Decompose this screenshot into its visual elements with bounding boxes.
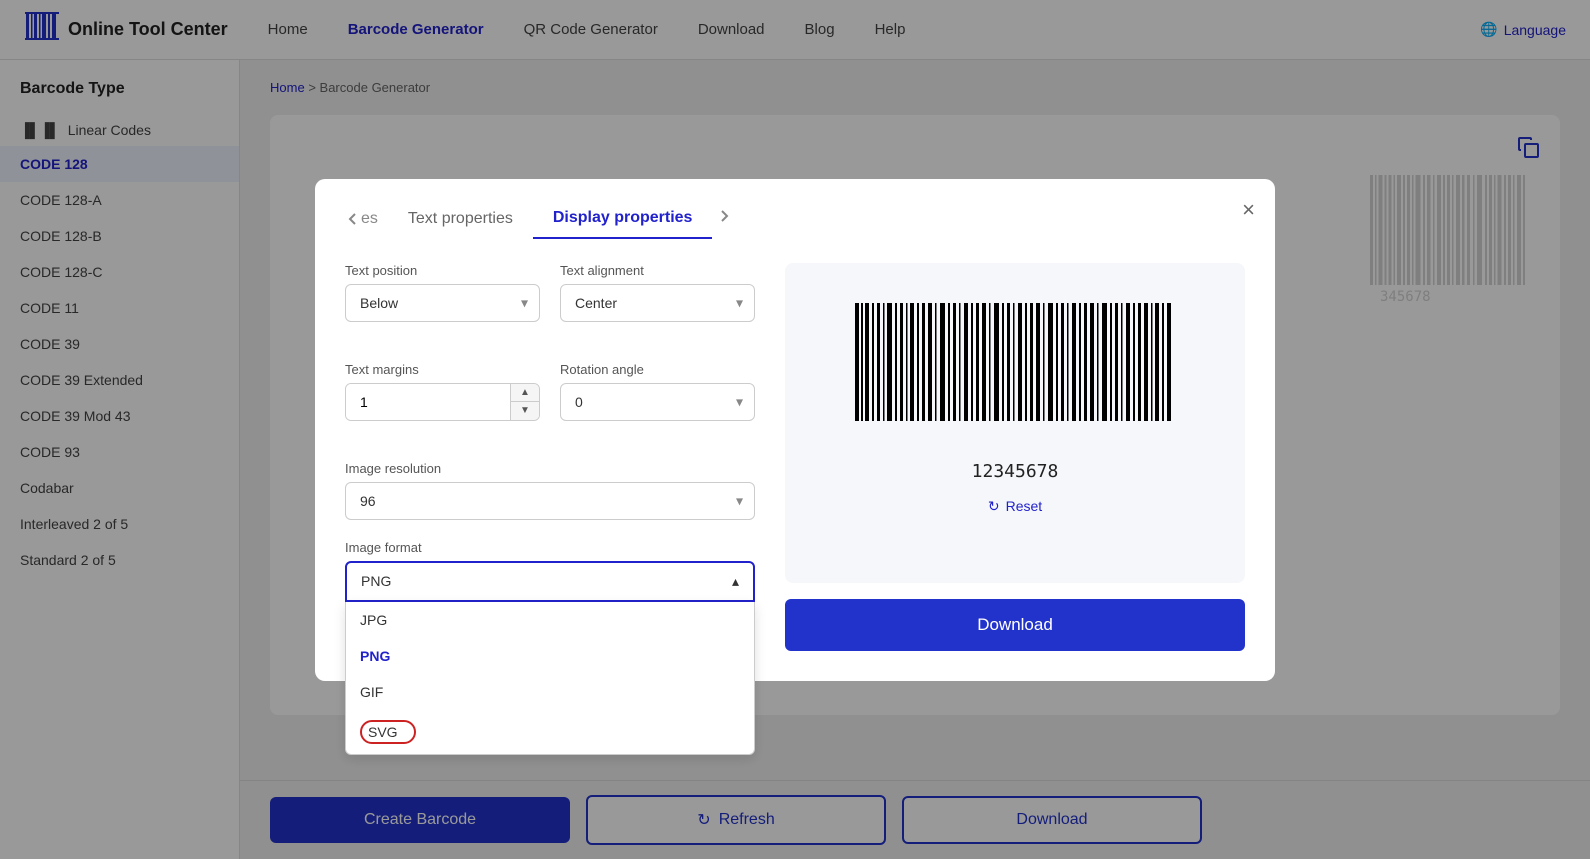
reset-link[interactable]: ↻ Reset: [988, 498, 1042, 515]
modal-prev-label: es: [361, 210, 378, 228]
format-option-svg[interactable]: SVG: [346, 710, 754, 754]
modal-overlay[interactable]: es Text properties Display properties × …: [0, 0, 1590, 859]
refresh-icon-small: ↻: [988, 498, 1000, 515]
chevron-up-icon: ▴: [732, 573, 739, 590]
chevron-down-icon-2: ▾: [736, 294, 743, 311]
rotation-angle-select[interactable]: 0 ▾: [560, 383, 755, 421]
stepper-down-button[interactable]: ▼: [511, 402, 539, 420]
form-row-1: Text position Below ▾ Text alignment: [345, 263, 755, 342]
modal-prev-arrow[interactable]: es: [345, 210, 378, 228]
image-resolution-select-wrapper: 96 ▾: [345, 482, 755, 520]
chevron-down-icon: ▾: [521, 294, 528, 311]
format-option-png[interactable]: PNG: [346, 638, 754, 674]
text-alignment-select[interactable]: Center ▾: [560, 284, 755, 322]
text-position-select[interactable]: Below ▾: [345, 284, 540, 322]
stepper-up-button[interactable]: ▲: [511, 384, 539, 402]
text-alignment-group: Text alignment Center ▾: [560, 263, 755, 322]
svg-label: SVG: [360, 720, 416, 744]
format-option-gif[interactable]: GIF: [346, 674, 754, 710]
image-format-group: Image format PNG ▴ JPG PNG GIF SVG: [345, 540, 755, 602]
stepper-buttons: ▲ ▼: [510, 384, 539, 420]
barcode-preview-box: 12345678 ↻ Reset: [785, 263, 1245, 583]
image-format-select[interactable]: PNG ▴: [345, 561, 755, 602]
rotation-angle-select-wrapper: 0 ▾: [560, 383, 755, 421]
rotation-angle-group: Rotation angle 0 ▾: [560, 362, 755, 421]
text-margins-input[interactable]: 1: [346, 384, 510, 420]
text-position-group: Text position Below ▾: [345, 263, 540, 322]
image-resolution-label: Image resolution: [345, 461, 755, 476]
download-button-modal[interactable]: Download: [785, 599, 1245, 651]
modal-body: Text position Below ▾ Text alignment: [315, 239, 1275, 681]
modal-close-button[interactable]: ×: [1242, 197, 1255, 223]
modal-tab-text[interactable]: Text properties: [388, 200, 533, 238]
image-format-dropdown: JPG PNG GIF SVG: [345, 602, 755, 755]
modal-tab-display[interactable]: Display properties: [533, 199, 713, 239]
image-format-label: Image format: [345, 540, 755, 555]
chevron-down-icon-3: ▾: [736, 393, 743, 410]
modal-next-arrow[interactable]: [716, 208, 732, 229]
text-position-select-wrapper: Below ▾: [345, 284, 540, 322]
form-row-2: Text margins 1 ▲ ▼ Rotation angle: [345, 362, 755, 441]
text-margins-stepper: 1 ▲ ▼: [345, 383, 540, 421]
image-resolution-group: Image resolution 96 ▾: [345, 461, 755, 520]
image-resolution-select[interactable]: 96 ▾: [345, 482, 755, 520]
modal-preview: 12345678 ↻ Reset Download: [785, 263, 1245, 651]
text-position-label: Text position: [345, 263, 540, 278]
modal-header: es Text properties Display properties ×: [315, 179, 1275, 239]
text-alignment-label: Text alignment: [560, 263, 755, 278]
modal-dialog: es Text properties Display properties × …: [315, 179, 1275, 681]
chevron-down-icon-4: ▾: [736, 492, 743, 509]
text-margins-label: Text margins: [345, 362, 540, 377]
text-alignment-select-wrapper: Center ▾: [560, 284, 755, 322]
text-margins-group: Text margins 1 ▲ ▼: [345, 362, 540, 421]
barcode-preview-svg: [845, 293, 1185, 453]
modal-form: Text position Below ▾ Text alignment: [345, 263, 755, 651]
image-format-select-wrapper: PNG ▴ JPG PNG GIF SVG: [345, 561, 755, 602]
rotation-angle-label: Rotation angle: [560, 362, 755, 377]
barcode-number: 12345678: [972, 461, 1059, 482]
reset-label: Reset: [1006, 498, 1043, 514]
format-option-jpg[interactable]: JPG: [346, 602, 754, 638]
